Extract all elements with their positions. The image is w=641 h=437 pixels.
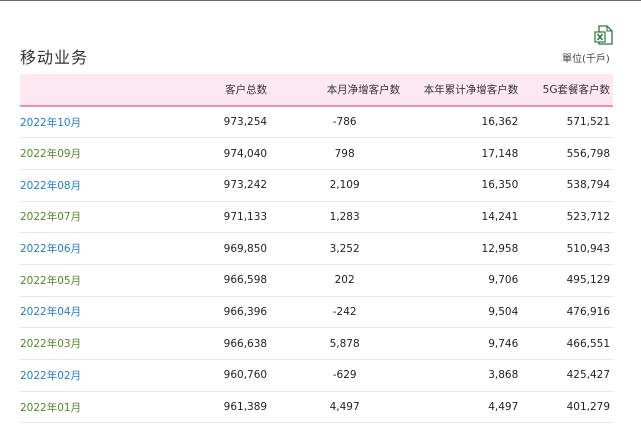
total-customers-cell: 960,760 (175, 359, 270, 392)
monthly-net-add-cell: 3,252 (269, 232, 401, 265)
ytd-net-add-cell: 16,350 (400, 169, 522, 202)
mobile-business-table: 客户总数 本月净增客户数 本年累计净增客户数 5G套餐客户数 2022年10月 … (20, 74, 613, 424)
5g-customers-cell: 571,521 (521, 106, 613, 139)
5g-customers-cell: 495,129 (521, 264, 613, 297)
ytd-net-add-cell: 9,706 (400, 264, 522, 297)
table-row: 2022年01月 961,389 4,497 4,497 401,279 (20, 391, 613, 424)
5g-customers-cell: 523,712 (521, 201, 613, 234)
table-row: 2022年06月 969,850 3,252 12,958 510,943 (20, 232, 613, 265)
table-row: 2022年09月 974,040 798 17,148 556,798 (20, 137, 613, 170)
total-customers-cell: 973,242 (175, 169, 270, 202)
table-row: 2022年05月 966,598 202 9,706 495,129 (20, 264, 613, 297)
monthly-net-add-cell: 202 (269, 264, 401, 297)
month-link[interactable]: 2022年04月 (20, 296, 176, 329)
monthly-net-add-cell: -629 (269, 359, 401, 392)
monthly-net-add-cell: 2,109 (269, 169, 401, 202)
ytd-net-add-cell: 16,362 (400, 106, 522, 139)
excel-export-icon[interactable] (594, 25, 614, 45)
ytd-net-add-cell: 17,148 (400, 137, 522, 170)
total-customers-cell: 971,133 (175, 201, 270, 234)
month-link[interactable]: 2022年01月 (20, 391, 176, 424)
month-link[interactable]: 2022年05月 (20, 264, 176, 297)
month-link[interactable]: 2022年10月 (20, 106, 176, 139)
column-header-5g-customers: 5G套餐客户数 (521, 74, 613, 107)
monthly-net-add-cell: 4,497 (269, 391, 401, 424)
total-customers-cell: 966,396 (175, 296, 270, 329)
ytd-net-add-cell: 9,746 (400, 327, 522, 360)
monthly-net-add-cell: 5,878 (269, 327, 401, 360)
column-header-monthly-net-add: 本月净增客户数 (269, 74, 401, 107)
table-row: 2022年10月 973,254 -786 16,362 571,521 (20, 106, 613, 139)
5g-customers-cell: 556,798 (521, 137, 613, 170)
month-link[interactable]: 2022年08月 (20, 169, 176, 202)
table-row: 2022年08月 973,242 2,109 16,350 538,794 (20, 169, 613, 202)
table-row: 2022年02月 960,760 -629 3,868 425,427 (20, 359, 613, 392)
monthly-net-add-cell: -786 (269, 106, 401, 139)
ytd-net-add-cell: 14,241 (400, 201, 522, 234)
column-header-ytd-net-add: 本年累计净增客户数 (400, 74, 522, 107)
ytd-net-add-cell: 3,868 (400, 359, 522, 392)
monthly-net-add-cell: 1,283 (269, 201, 401, 234)
5g-customers-cell: 510,943 (521, 232, 613, 265)
5g-customers-cell: 466,551 (521, 327, 613, 360)
unit-label: 單位(千戶) (562, 54, 610, 65)
5g-customers-cell: 425,427 (521, 359, 613, 392)
ytd-net-add-cell: 12,958 (400, 232, 522, 265)
5g-customers-cell: 401,279 (521, 391, 613, 424)
column-header-month (20, 74, 176, 107)
ytd-net-add-cell: 4,497 (400, 391, 522, 424)
monthly-net-add-cell: -242 (269, 296, 401, 329)
5g-customers-cell: 476,916 (521, 296, 613, 329)
ytd-net-add-cell: 9,504 (400, 296, 522, 329)
month-link[interactable]: 2022年02月 (20, 359, 176, 392)
month-link[interactable]: 2022年09月 (20, 137, 176, 170)
5g-customers-cell: 538,794 (521, 169, 613, 202)
month-link[interactable]: 2022年07月 (20, 201, 176, 234)
monthly-net-add-cell: 798 (269, 137, 401, 170)
total-customers-cell: 966,598 (175, 264, 270, 297)
page-title: 移动业务 (20, 48, 89, 67)
total-customers-cell: 973,254 (175, 106, 270, 139)
column-header-total-customers: 客户总数 (175, 74, 270, 107)
month-link[interactable]: 2022年03月 (20, 327, 176, 360)
table-header-row: 客户总数 本月净增客户数 本年累计净增客户数 5G套餐客户数 (20, 74, 613, 107)
total-customers-cell: 961,389 (175, 391, 270, 424)
month-link[interactable]: 2022年06月 (20, 232, 176, 265)
total-customers-cell: 969,850 (175, 232, 270, 265)
table-row: 2022年07月 971,133 1,283 14,241 523,712 (20, 201, 613, 234)
total-customers-cell: 974,040 (175, 137, 270, 170)
table-row: 2022年04月 966,396 -242 9,504 476,916 (20, 296, 613, 329)
total-customers-cell: 966,638 (175, 327, 270, 360)
table-row: 2022年03月 966,638 5,878 9,746 466,551 (20, 327, 613, 360)
page: 移动业务 單位(千戶) 客户总数 本月净增客户数 本年累计净增客户数 5G套餐客… (0, 0, 641, 437)
